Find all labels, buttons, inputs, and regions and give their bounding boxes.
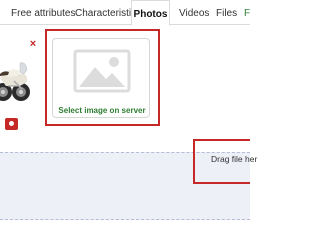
- tab-photos[interactable]: Photos: [131, 0, 170, 26]
- tab-free-attributes[interactable]: Free attributes: [11, 0, 75, 25]
- tab-bar: Free attributes Characteristics Photos V…: [0, 0, 250, 26]
- dropzone-label: Drag file her: [211, 154, 258, 164]
- photo-settings-button[interactable]: [5, 118, 18, 130]
- gear-icon: [9, 121, 14, 126]
- motorcycle-photo[interactable]: [0, 43, 30, 105]
- select-image-on-server-button[interactable]: Select image on server: [52, 38, 150, 118]
- remove-photo-button[interactable]: ×: [28, 39, 38, 50]
- tab-files[interactable]: Files: [216, 0, 237, 25]
- select-image-on-server-label: Select image on server: [58, 106, 146, 115]
- tab-more[interactable]: F: [244, 0, 250, 25]
- image-placeholder-icon: [73, 49, 131, 93]
- tab-videos[interactable]: Videos: [179, 0, 209, 25]
